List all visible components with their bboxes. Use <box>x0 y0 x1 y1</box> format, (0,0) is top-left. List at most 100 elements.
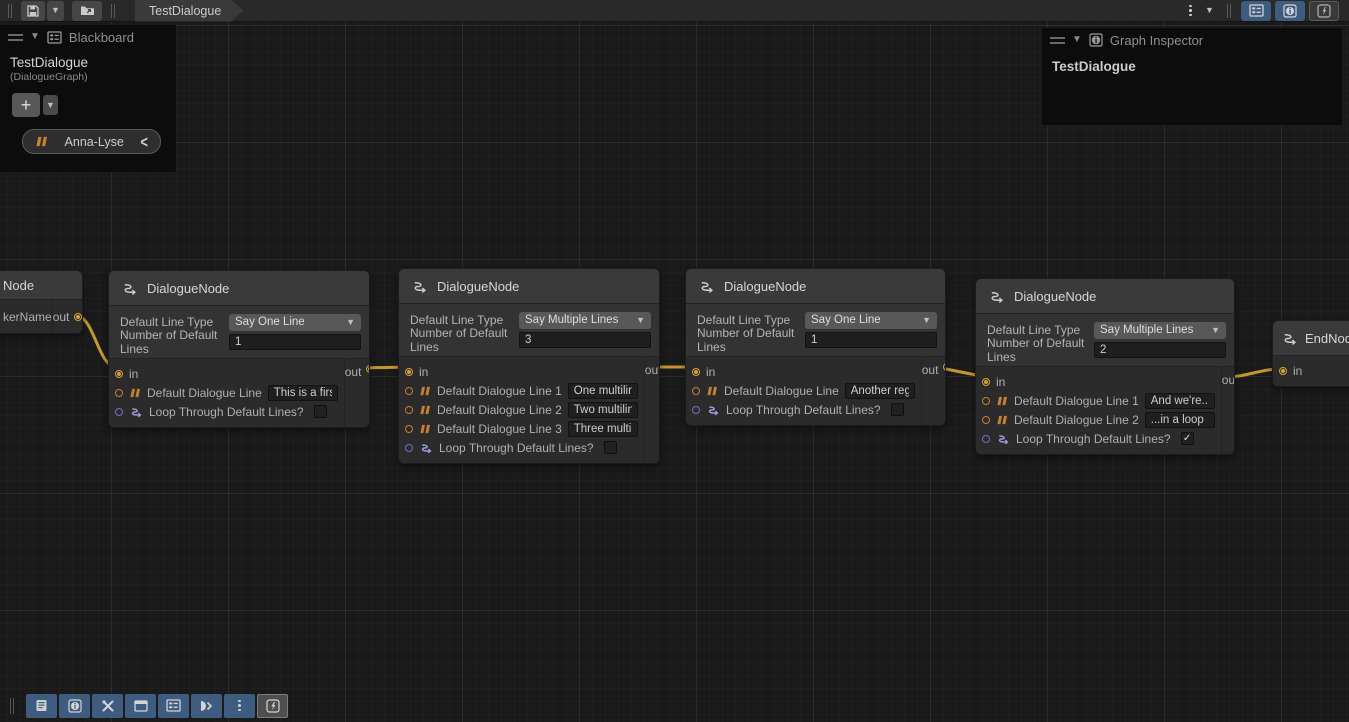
dialogue-node-1[interactable]: DialogueNode Default Line Type Say One L… <box>108 270 370 428</box>
line-type-label: Default Line Type <box>407 313 519 327</box>
loop-checkbox[interactable] <box>314 405 327 418</box>
dialogue-line-input[interactable]: This is a first <box>268 385 338 401</box>
node-title-bar[interactable]: EndNode <box>1273 321 1349 355</box>
drag-handle-icon[interactable] <box>8 34 23 41</box>
loop-port[interactable] <box>692 406 700 414</box>
loop-icon <box>419 442 433 454</box>
kebab-menu-icon <box>238 700 241 712</box>
node-title-bar[interactable]: DialogueNode <box>976 279 1234 313</box>
loop-checkbox[interactable] <box>891 403 904 416</box>
toolbar-drag-handle[interactable] <box>1227 4 1231 18</box>
loop-icon <box>996 433 1010 445</box>
preview-button[interactable] <box>257 694 288 718</box>
drag-handle-icon[interactable] <box>1050 37 1065 44</box>
info-icon <box>1089 33 1103 47</box>
line-type-dropdown[interactable]: Say One Line ▼ <box>229 314 361 331</box>
load-button[interactable] <box>72 1 102 21</box>
dialogue-node-2[interactable]: DialogueNode Default Line Type Say Multi… <box>398 268 660 464</box>
line-type-dropdown[interactable]: Say Multiple Lines ▼ <box>519 312 651 329</box>
collapse-triangle-icon[interactable]: ▼ <box>30 32 40 42</box>
loop-port[interactable] <box>405 444 413 452</box>
line-type-label: Default Line Type <box>984 323 1094 337</box>
dialogue-line-input[interactable]: Two multiline <box>568 402 638 418</box>
blackboard-panel-button[interactable] <box>158 694 189 718</box>
inspector-toggle-button[interactable] <box>1275 1 1305 21</box>
in-port[interactable] <box>115 370 123 378</box>
dialogue-node-4[interactable]: DialogueNode Default Line Type Say Multi… <box>975 278 1235 455</box>
dialogue-node-icon <box>698 279 715 294</box>
line-type-label: Default Line Type <box>694 313 805 327</box>
in-port[interactable] <box>405 368 413 376</box>
add-variable-button[interactable]: + <box>12 93 40 117</box>
transition-panel-button[interactable] <box>191 694 222 718</box>
num-lines-input[interactable]: 1 <box>229 334 361 350</box>
dialogue-line-port[interactable] <box>405 425 413 433</box>
dialogue-line-input[interactable]: One multiline <box>568 383 638 399</box>
num-lines-label: Number of Default Lines <box>694 326 805 354</box>
in-port-label: in <box>996 375 1005 389</box>
blackboard-header[interactable]: ▼ Blackboard <box>0 25 176 49</box>
quote-icon <box>419 405 431 415</box>
toolbar-drag-handle[interactable] <box>10 698 14 714</box>
blackboard-toggle-button[interactable] <box>1241 1 1271 21</box>
in-port[interactable] <box>1279 367 1287 375</box>
dialogue-line-port[interactable] <box>982 397 990 405</box>
dialogue-line-port[interactable] <box>405 406 413 414</box>
dialogue-line-port[interactable] <box>982 416 990 424</box>
in-port[interactable] <box>692 368 700 376</box>
quote-icon <box>129 388 141 398</box>
start-node[interactable]: Node kerName out <box>0 270 83 334</box>
end-node[interactable]: EndNode in <box>1272 320 1349 387</box>
out-port[interactable] <box>366 365 370 373</box>
chevron-left-icon[interactable]: < <box>140 132 148 152</box>
in-port[interactable] <box>982 378 990 386</box>
toolbar-drag-handle[interactable] <box>111 4 115 18</box>
preview-toggle-button[interactable] <box>1309 1 1339 21</box>
graph-inspector-header[interactable]: ▼ Graph Inspector <box>1042 28 1342 52</box>
line-type-dropdown[interactable]: Say One Line ▼ <box>805 312 937 329</box>
dialogue-node-3[interactable]: DialogueNode Default Line Type Say One L… <box>685 268 946 426</box>
notes-panel-button[interactable] <box>26 694 57 718</box>
node-properties: Default Line Type Say One Line ▼ Number … <box>109 305 369 358</box>
overflow-menu-caret[interactable]: ▼ <box>1201 1 1218 21</box>
dialogue-line-input[interactable]: ...in a loop <box>1145 412 1215 428</box>
num-lines-input[interactable]: 3 <box>519 332 651 348</box>
out-port[interactable] <box>943 363 946 371</box>
add-variable-options-button[interactable]: ▼ <box>43 95 58 115</box>
loop-port[interactable] <box>982 435 990 443</box>
node-title-bar[interactable]: DialogueNode <box>399 269 659 303</box>
chevron-down-icon: ▼ <box>1211 326 1220 335</box>
dialogue-line-input[interactable]: Another regu <box>845 383 915 399</box>
node-title-bar[interactable]: Node <box>0 271 82 299</box>
dialogue-line-port[interactable] <box>692 387 700 395</box>
dialogue-node-icon <box>121 281 138 296</box>
tools-panel-button[interactable] <box>92 694 123 718</box>
loop-checkbox[interactable]: ✓ <box>1181 432 1194 445</box>
dialogue-line-input[interactable]: And we're... <box>1145 393 1215 409</box>
loop-checkbox[interactable] <box>604 441 617 454</box>
node-title-bar[interactable]: DialogueNode <box>686 269 945 303</box>
node-title: DialogueNode <box>724 279 806 294</box>
blackboard-field-anna-lyse[interactable]: Anna-Lyse < <box>22 129 161 154</box>
inspector-panel-button[interactable] <box>59 694 90 718</box>
line-type-dropdown[interactable]: Say Multiple Lines ▼ <box>1094 322 1226 339</box>
num-lines-input[interactable]: 1 <box>805 332 937 348</box>
dialogue-line-port[interactable] <box>405 387 413 395</box>
save-options-button[interactable]: ▼ <box>47 1 64 21</box>
blackboard-icon <box>1249 4 1264 17</box>
num-lines-input[interactable]: 2 <box>1094 342 1226 358</box>
tab-testdialogue[interactable]: TestDialogue <box>135 0 243 22</box>
loop-port[interactable] <box>115 408 123 416</box>
node-properties: Default Line Type Say Multiple Lines ▼ N… <box>399 303 659 356</box>
node-title-bar[interactable]: DialogueNode <box>109 271 369 305</box>
more-options-button[interactable] <box>224 694 255 718</box>
dialogue-line-input[interactable]: Three multili <box>568 421 638 437</box>
overflow-menu-button[interactable] <box>1182 1 1199 21</box>
window-panel-button[interactable] <box>125 694 156 718</box>
line-type-label: Default Line Type <box>117 315 229 329</box>
out-port[interactable] <box>74 313 82 321</box>
dialogue-line-port[interactable] <box>115 389 123 397</box>
collapse-triangle-icon[interactable]: ▼ <box>1072 35 1082 45</box>
toolbar-drag-handle[interactable] <box>8 4 12 18</box>
save-button[interactable] <box>21 1 45 21</box>
